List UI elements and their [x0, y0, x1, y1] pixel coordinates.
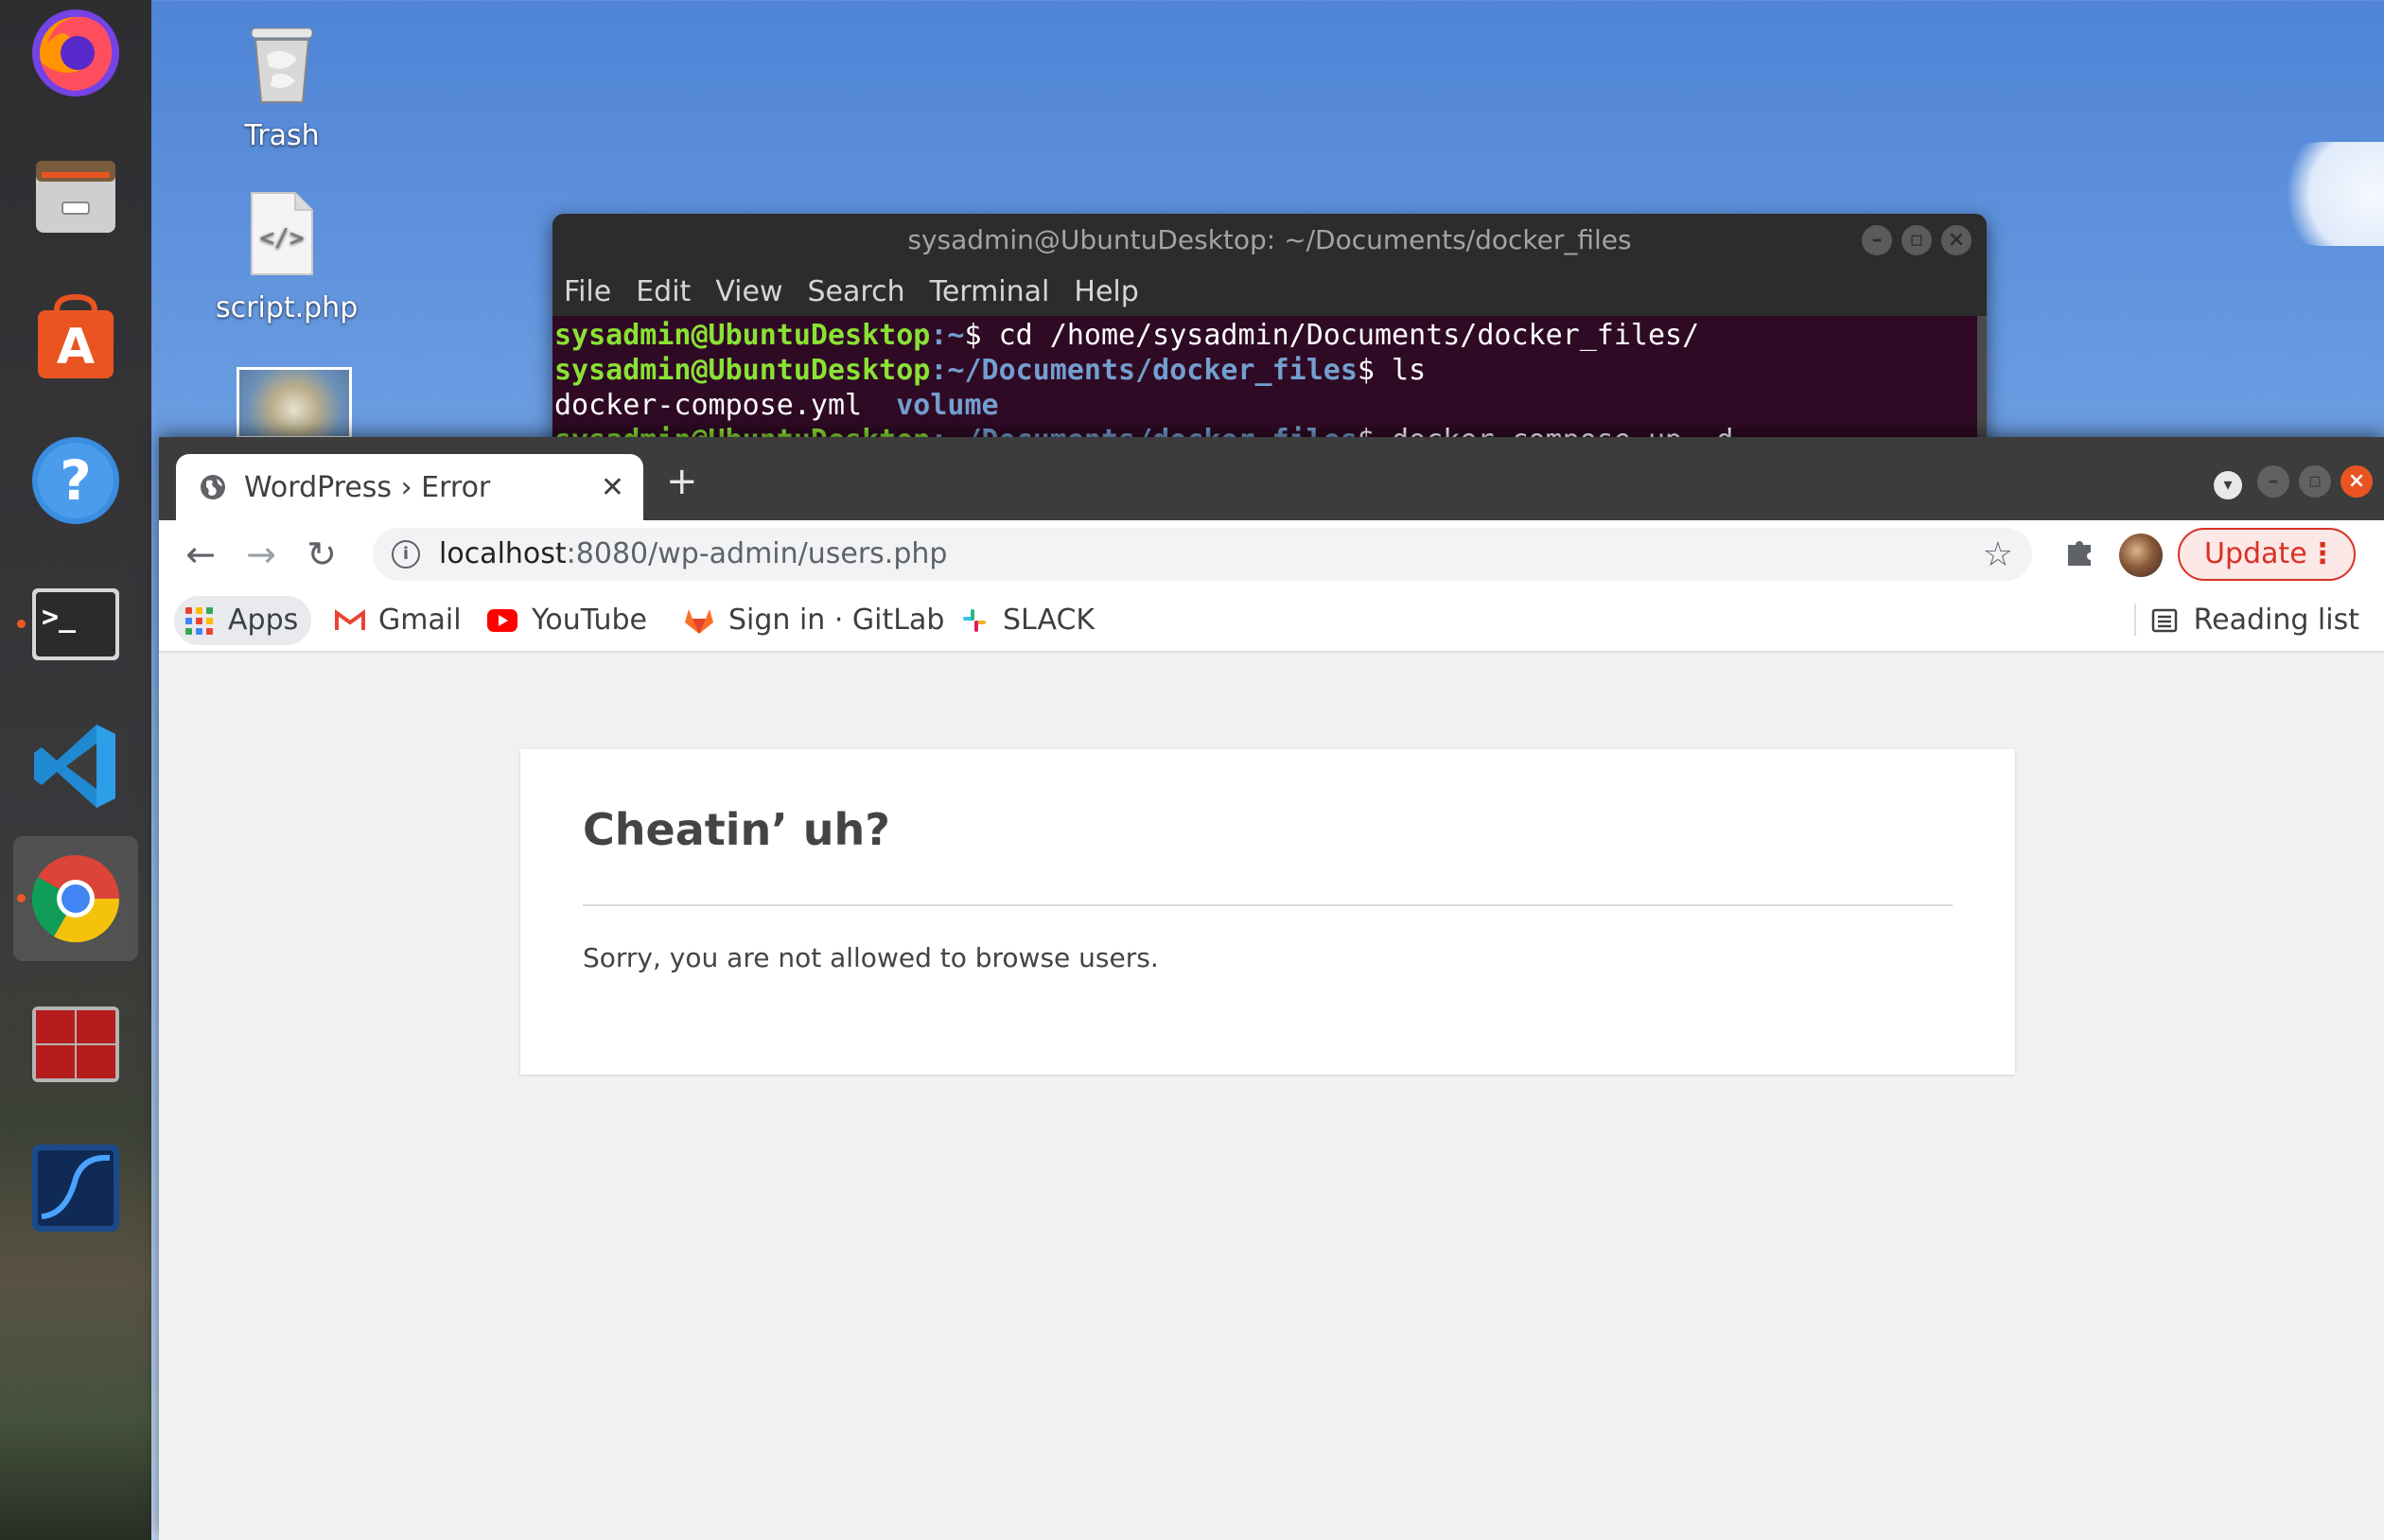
menu-file[interactable]: File: [564, 275, 611, 308]
bookmark-gmail[interactable]: Gmail: [335, 596, 462, 645]
wireshark-icon: [32, 1145, 119, 1232]
dock-ubuntu-software[interactable]: A: [13, 274, 138, 399]
help-icon: ?: [32, 437, 119, 524]
new-tab-button[interactable]: +: [666, 460, 698, 503]
address-bar[interactable]: i localhost:8080/wp-admin/users.php ☆: [373, 528, 2032, 581]
menu-search[interactable]: Search: [808, 275, 905, 308]
bookmark-apps[interactable]: Apps: [174, 596, 312, 645]
tab-wordpress-error[interactable]: WordPress › Error ✕: [176, 454, 643, 520]
desktop-icon-script-php[interactable]: </> script.php: [216, 189, 359, 324]
profile-avatar[interactable]: [2119, 534, 2163, 577]
toolbar: ← → ↻ i localhost:8080/wp-admin/users.ph…: [159, 520, 2384, 588]
terminator-icon: [32, 1006, 119, 1082]
dock-help[interactable]: ?: [13, 418, 138, 543]
desktop-icon-trash[interactable]: Trash: [216, 17, 348, 152]
bookmark-star-icon[interactable]: ☆: [1983, 535, 2013, 574]
vscode-icon: [34, 725, 115, 808]
slack-icon: [963, 609, 986, 632]
youtube-icon: [487, 609, 517, 632]
terminal-line: docker-compose.yml volume: [554, 389, 999, 422]
dock-terminator[interactable]: [13, 982, 138, 1107]
error-card: Cheatin’ uh? Sorry, you are not allowed …: [520, 749, 2015, 1075]
desktop-icon-image[interactable]: [237, 367, 358, 443]
reading-list-icon: [2151, 608, 2177, 633]
bookmark-gitlab[interactable]: Sign in · GitLab: [683, 596, 944, 645]
bookmarks-bar: Apps Gmail YouTube Sign in · GitLab SLAC…: [159, 588, 2384, 653]
dock-firefox[interactable]: [13, 0, 138, 115]
terminal-icon: >_: [32, 588, 119, 660]
image-thumbnail: [237, 367, 352, 439]
minimize-button[interactable]: –: [2257, 465, 2289, 498]
extensions-puzzle-icon[interactable]: [2062, 534, 2096, 568]
site-info-icon[interactable]: i: [392, 540, 420, 569]
running-indicator: [17, 620, 26, 628]
running-indicator: [17, 894, 26, 902]
menu-view[interactable]: View: [715, 275, 782, 308]
more-menu-icon: ⋮: [2308, 537, 2337, 570]
svg-text:</>: </>: [260, 224, 305, 253]
apps-grid-icon: [185, 606, 213, 635]
divider: [583, 904, 1953, 906]
firefox-icon: [32, 9, 119, 96]
globe-icon: [201, 475, 225, 499]
chrome-window: WordPress › Error ✕ + ▾ – ▫ × ← → ↻ i lo…: [159, 437, 2384, 1540]
terminal-title: sysadmin@UbuntuDesktop: ~/Documents/dock…: [907, 224, 1632, 255]
svg-text:>_: >_: [42, 601, 77, 634]
close-tab-icon[interactable]: ✕: [601, 471, 624, 504]
php-file-icon: </>: [251, 192, 313, 275]
bookmark-youtube[interactable]: YouTube: [486, 596, 647, 645]
menu-edit[interactable]: Edit: [636, 275, 691, 308]
terminal-menubar: File Edit View Search Terminal Help: [552, 267, 1987, 316]
dock-wireshark[interactable]: [13, 1126, 138, 1251]
svg-text:?: ?: [60, 448, 92, 513]
update-label: Update: [2204, 537, 2307, 570]
url-text[interactable]: localhost:8080/wp-admin/users.php: [439, 528, 947, 581]
close-button[interactable]: ×: [1941, 225, 1972, 255]
dock-chrome[interactable]: [13, 836, 138, 961]
reload-icon[interactable]: ↻: [301, 534, 342, 575]
error-message: Sorry, you are not allowed to browse use…: [583, 942, 1159, 973]
forward-arrow-icon[interactable]: →: [240, 534, 282, 575]
desktop-cloud: [2270, 142, 2384, 246]
chrome-icon: [31, 855, 120, 943]
tab-strip: WordPress › Error ✕ + ▾ – ▫ ×: [159, 437, 2384, 520]
dock-vscode[interactable]: [13, 704, 138, 829]
script-php-label: script.php: [216, 291, 359, 324]
tab-search-icon[interactable]: ▾: [2214, 471, 2242, 499]
trash-icon: [251, 27, 313, 103]
tab-title: WordPress › Error: [244, 470, 491, 504]
menu-terminal[interactable]: Terminal: [930, 275, 1050, 308]
reading-list-button[interactable]: Reading list: [2150, 596, 2359, 645]
dock-terminal[interactable]: >_: [13, 562, 138, 687]
bookmark-slack[interactable]: SLACK: [959, 596, 1095, 645]
minimize-button[interactable]: –: [1862, 225, 1892, 255]
update-button[interactable]: Update ⋮: [2178, 528, 2356, 581]
back-arrow-icon[interactable]: ←: [180, 534, 221, 575]
dock-files[interactable]: [13, 132, 138, 257]
trash-label: Trash: [244, 119, 320, 152]
close-button[interactable]: ×: [2340, 465, 2373, 498]
terminal-line: sysadmin@UbuntuDesktop:~$ cd /home/sysad…: [554, 319, 1700, 352]
menu-help[interactable]: Help: [1074, 275, 1138, 308]
maximize-button[interactable]: ▫: [1902, 225, 1932, 255]
svg-text:A: A: [57, 319, 95, 376]
dock: A ? >_: [0, 0, 151, 1540]
ubuntu-software-icon: A: [38, 293, 114, 378]
gitlab-icon: [685, 609, 713, 634]
page-content: Cheatin’ uh? Sorry, you are not allowed …: [159, 653, 2384, 1540]
maximize-button[interactable]: ▫: [2299, 465, 2331, 498]
files-icon: [36, 161, 115, 233]
error-heading: Cheatin’ uh?: [583, 804, 890, 855]
gmail-icon: [335, 609, 365, 630]
terminal-line: sysadmin@UbuntuDesktop:~/Documents/docke…: [554, 354, 1427, 387]
